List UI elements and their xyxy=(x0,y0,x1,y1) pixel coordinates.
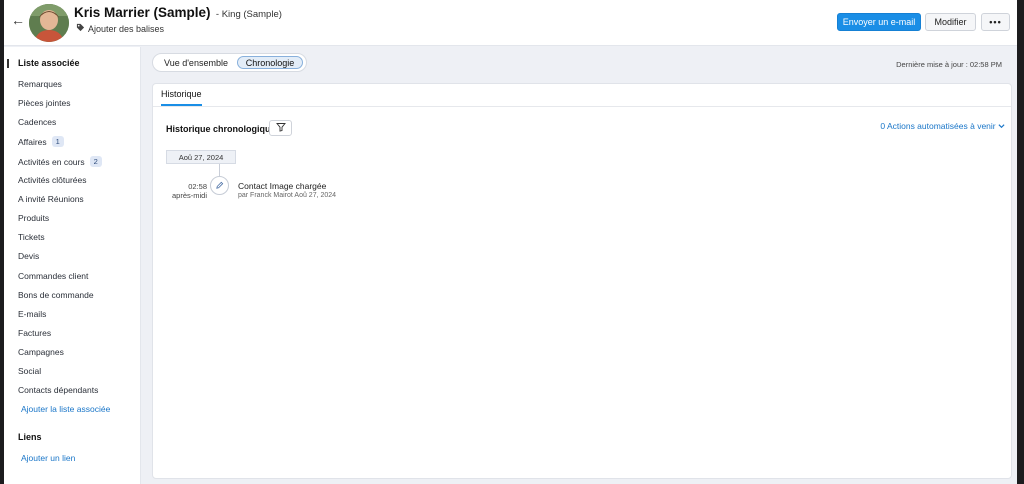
sidebar-item-label: E-mails xyxy=(18,309,47,319)
pencil-icon xyxy=(215,179,224,193)
sidebar-item[interactable]: Commandes client xyxy=(18,271,88,281)
sidebar-item[interactable]: Cadences xyxy=(18,117,56,127)
sidebar-item-label: Cadences xyxy=(18,117,57,127)
add-related-list-link[interactable]: Ajouter la liste associée xyxy=(21,404,110,414)
sidebar-item-label: A invité Réunions xyxy=(18,194,84,204)
sidebar-item-label: Remarques xyxy=(18,79,62,89)
related-list-title: Liste associée xyxy=(18,58,80,68)
timeline-event-title: Contact Image chargée xyxy=(238,181,327,191)
sidebar-item-label: Commandes client xyxy=(18,271,89,281)
sidebar-item-label: Tickets xyxy=(18,232,45,242)
sidebar-item-label: Contacts dépendants xyxy=(18,385,99,395)
sidebar-item-label: Devis xyxy=(18,251,40,261)
sidebar-item[interactable]: Produits xyxy=(18,213,49,223)
record-title: Kris Marrier (Sample) - King (Sample) xyxy=(74,5,282,20)
last-update-text: Dernière mise à jour : 02:58 PM xyxy=(896,60,1002,69)
tab-timeline[interactable]: Chronologie xyxy=(237,56,303,69)
chevron-down-icon xyxy=(998,121,1005,131)
tab-overview[interactable]: Vue d'ensemble xyxy=(158,56,234,69)
filter-button[interactable] xyxy=(269,120,292,136)
sidebar-item-label: Pièces jointes xyxy=(18,98,71,108)
sidebar-item[interactable]: Affaires 1 xyxy=(18,136,64,147)
filter-icon xyxy=(275,121,286,135)
history-title: Historique chronologique xyxy=(166,124,276,134)
add-tags-label: Ajouter des balises xyxy=(88,23,165,34)
tag-icon xyxy=(76,23,85,34)
timeline-event-marker xyxy=(210,176,229,195)
add-link[interactable]: Ajouter un lien xyxy=(21,453,75,463)
sidebar-item-label: Produits xyxy=(18,213,50,223)
view-switcher: Vue d'ensemble Chronologie xyxy=(152,53,307,72)
sidebar-item[interactable]: Activités en cours 2 xyxy=(18,156,102,167)
sidebar-item[interactable]: Remarques xyxy=(18,79,62,89)
sidebar-item-label: Activités en cours xyxy=(18,156,85,167)
timeline-event-subtitle: par Franck Mairot Aoû 27, 2024 xyxy=(238,192,337,199)
sidebar-item[interactable]: Pièces jointes xyxy=(18,98,70,108)
tab-divider xyxy=(153,106,1011,107)
auto-actions-label: 0 Actions automatisées à venir xyxy=(880,121,996,131)
sidebar-item-label: Campagnes xyxy=(18,347,64,357)
sidebar-item-label: Social xyxy=(18,366,42,376)
avatar[interactable] xyxy=(29,4,69,42)
related-list-sidebar: Liste associée Remarques Pièces jointes Ca… xyxy=(4,47,141,484)
sidebar-item-label: Activités clôturées xyxy=(18,175,87,185)
sidebar-item-label: Affaires xyxy=(18,136,47,147)
sidebar-item-label: Factures xyxy=(18,328,52,338)
account-name: - King (Sample) xyxy=(215,9,282,20)
sidebar-item[interactable]: Devis xyxy=(18,251,39,261)
send-email-button[interactable]: Envoyer un e-mail xyxy=(837,13,921,31)
timeline-time: 02:58 après-midi xyxy=(163,182,207,200)
sidebar-item-label: Bons de commande xyxy=(18,290,94,300)
sidebar-item[interactable]: Tickets xyxy=(18,232,45,242)
sidebar-item[interactable]: Campagnes xyxy=(18,347,64,357)
sidebar-item[interactable]: Factures xyxy=(18,328,51,338)
tab-history[interactable]: Historique xyxy=(161,89,202,106)
back-arrow-icon[interactable]: ← xyxy=(11,12,25,28)
count-badge: 2 xyxy=(89,156,102,167)
links-title: Liens xyxy=(18,432,42,442)
timeline-time-period: après-midi xyxy=(171,191,207,200)
record-header: ← Kris Marrier (Sample) - King (Sample) … xyxy=(4,0,1017,46)
timeline-time-value: 02:58 xyxy=(188,182,207,191)
contact-name: Kris Marrier (Sample) xyxy=(74,5,211,20)
timeline-date-chip: Aoû 27, 2024 xyxy=(166,150,236,164)
timeline-panel: Historique Historique chronologique 0 Ac… xyxy=(152,83,1012,479)
sidebar-item[interactable]: Activités clôturées xyxy=(18,175,87,185)
upcoming-automated-actions-link[interactable]: 0 Actions automatisées à venir xyxy=(853,121,1005,131)
app-window: ← Kris Marrier (Sample) - King (Sample) … xyxy=(4,0,1017,484)
sidebar-item[interactable]: Contacts dépendants xyxy=(18,385,98,395)
sidebar-item[interactable]: Social xyxy=(18,366,41,376)
count-badge: 1 xyxy=(51,136,64,147)
active-section-marker xyxy=(7,59,9,68)
sidebar-item[interactable]: E-mails xyxy=(18,309,46,319)
add-tags-link[interactable]: Ajouter des balises xyxy=(76,23,164,34)
sidebar-item[interactable]: A invité Réunions xyxy=(18,194,84,204)
more-actions-button[interactable]: ••• xyxy=(981,13,1010,31)
edit-button[interactable]: Modifier xyxy=(925,13,976,31)
sidebar-item[interactable]: Bons de commande xyxy=(18,290,94,300)
